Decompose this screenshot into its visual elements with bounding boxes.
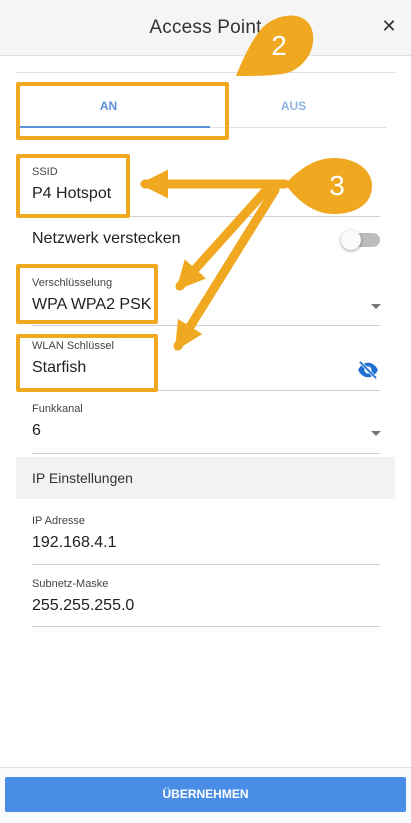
callout-2-number: 2 <box>271 30 287 61</box>
callout-3-number: 3 <box>329 170 345 201</box>
annotation-overlay <box>139 15 372 351</box>
